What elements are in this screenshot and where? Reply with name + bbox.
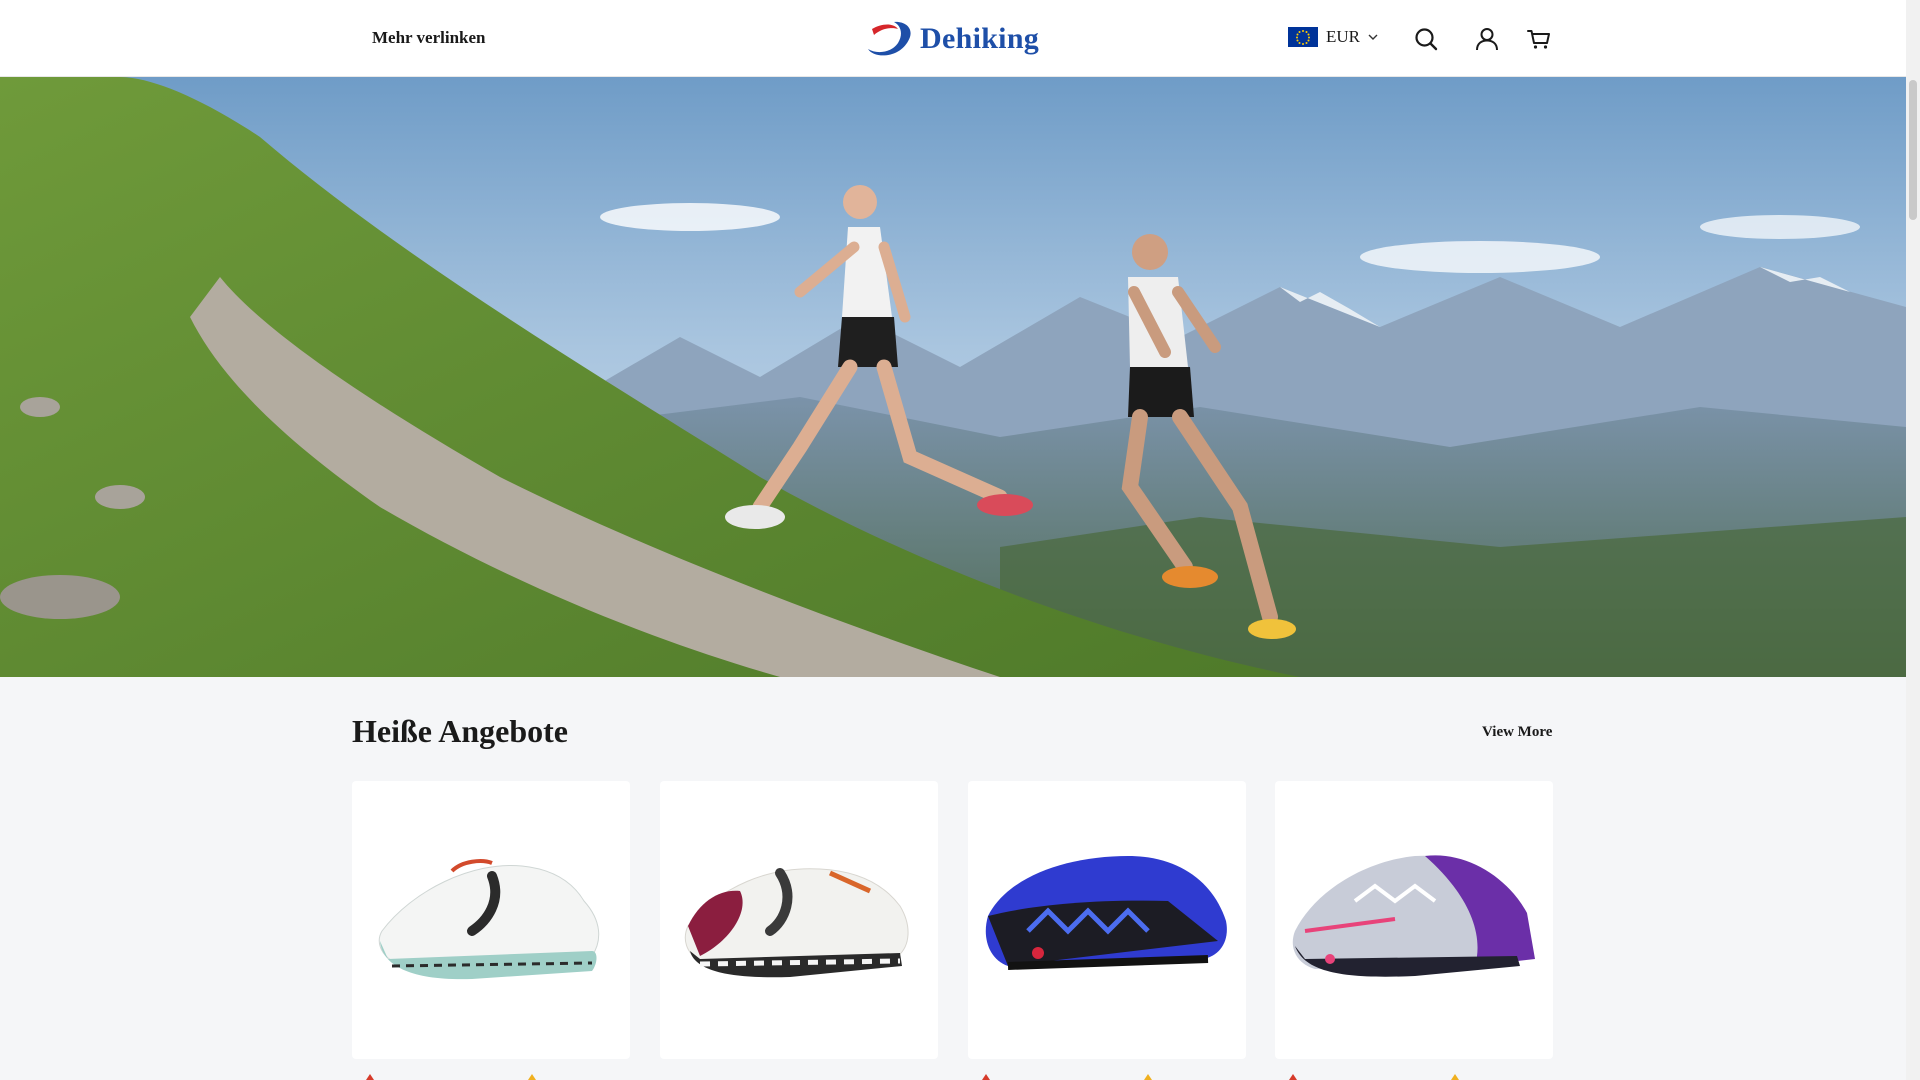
cart-button[interactable] — [1524, 24, 1554, 54]
white-burgundy-running-shoe-image — [684, 868, 909, 978]
rating-row-peek — [1289, 1074, 1459, 1080]
cart-icon — [1527, 30, 1550, 49]
product-card[interactable] — [352, 781, 630, 1059]
currency-label: EUR — [1326, 27, 1360, 46]
page-scrollbar[interactable] — [1906, 0, 1920, 1080]
white-mint-running-shoe-image — [378, 859, 600, 980]
eu-flag-icon — [1288, 27, 1318, 47]
chevron-down-icon — [1368, 34, 1378, 40]
logo-text: Dehiking — [920, 22, 1040, 55]
rating-row-peek — [982, 1074, 1152, 1080]
more-links-menu[interactable]: Mehr verlinken — [372, 28, 485, 48]
search-icon — [1415, 28, 1438, 51]
product-card[interactable] — [1275, 781, 1553, 1059]
product-card[interactable] — [968, 781, 1246, 1059]
site-header: Mehr verlinken Dehiking EUR — [0, 0, 1906, 77]
search-button[interactable] — [1411, 24, 1441, 54]
hero-banner[interactable] — [0, 77, 1906, 677]
blue-black-trail-shoe-image — [985, 856, 1227, 970]
trail-runners-photo — [0, 77, 1906, 677]
account-button[interactable] — [1472, 24, 1502, 54]
user-icon — [1476, 28, 1498, 51]
scrollbar-thumb[interactable] — [1909, 80, 1917, 220]
site-logo[interactable]: Dehiking — [864, 19, 1039, 59]
rating-row-peek — [366, 1074, 536, 1080]
currency-selector[interactable]: EUR — [1288, 27, 1378, 47]
product-card[interactable] — [660, 781, 938, 1059]
logo-mark-icon — [868, 21, 911, 56]
grey-purple-trail-shoe-image — [1292, 855, 1535, 977]
view-more-link[interactable]: View More — [1482, 724, 1552, 741]
section-title: Heiße Angebote — [352, 713, 568, 749]
